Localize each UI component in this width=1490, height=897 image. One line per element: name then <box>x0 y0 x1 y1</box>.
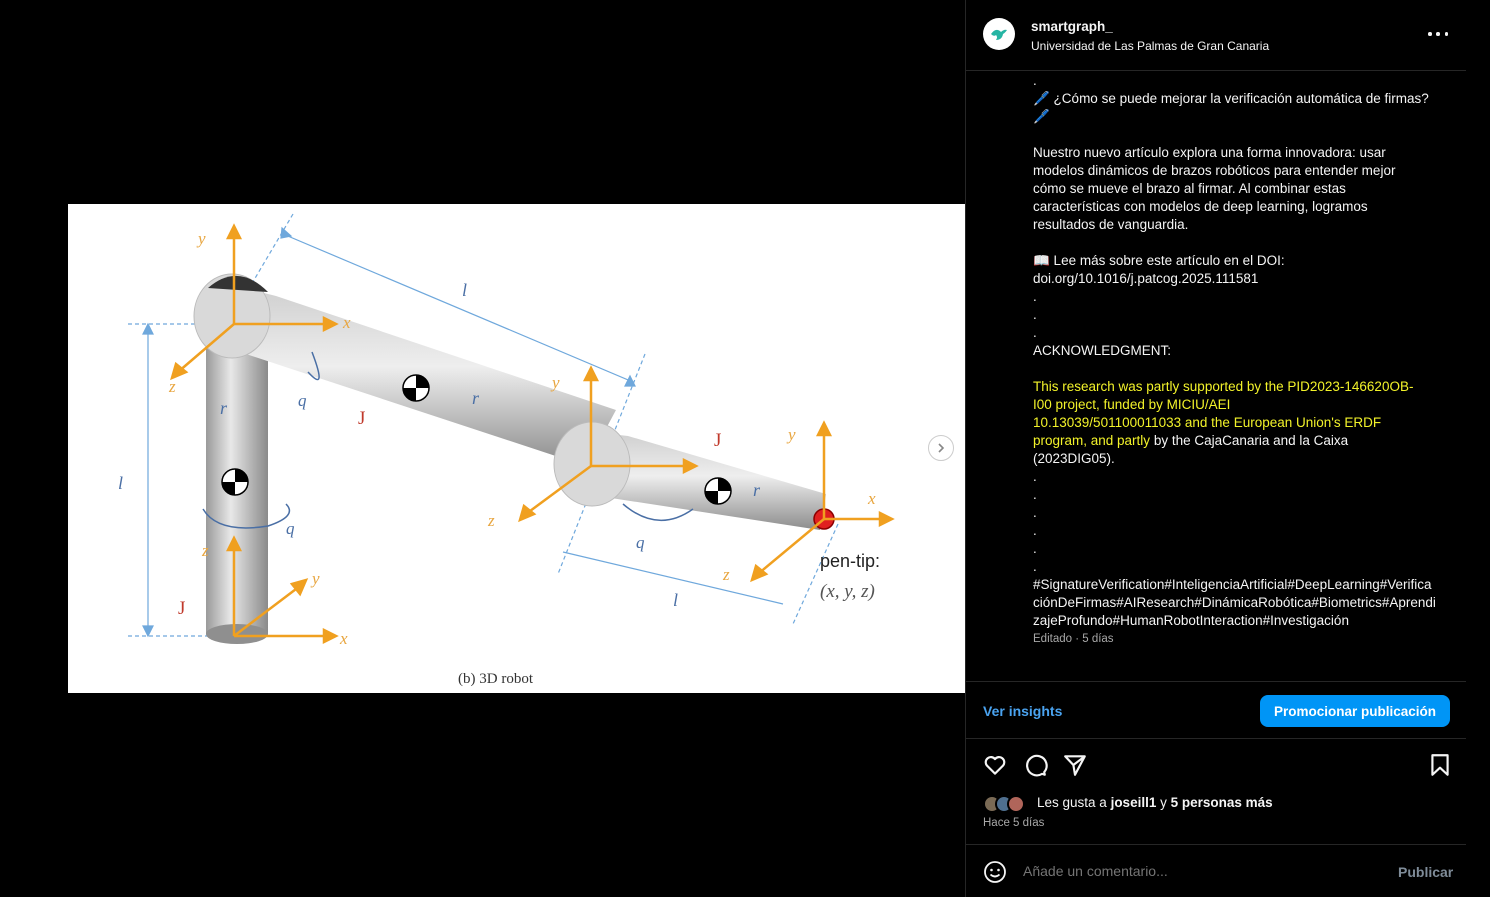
caption-line: . <box>1033 307 1037 322</box>
location[interactable]: Universidad de Las Palmas de Gran Canari… <box>1031 39 1269 53</box>
publish-button[interactable]: Publicar <box>1398 864 1453 880</box>
likes-others[interactable]: 5 personas más <box>1171 795 1273 810</box>
caption-line: Nuestro nuevo artículo explora una forma… <box>1033 145 1386 160</box>
avatar[interactable] <box>983 18 1015 50</box>
caption-dots: ...... <box>1033 468 1438 576</box>
likes-prefix: Les gusta a <box>1037 795 1111 810</box>
next-media-button[interactable] <box>928 435 954 461</box>
robot-arm-diagram: yzx yz yxz zyx lll r rr qqq JJJ pen-tip: … <box>118 213 895 687</box>
view-insights-link[interactable]: Ver insights <box>983 703 1062 719</box>
ack-line-1: This research was partly supported by th… <box>1033 379 1414 394</box>
post-caption: . 🖊️ ¿Cómo se puede mejorar la verificaci… <box>1033 72 1438 662</box>
post-sidebar: smartgraph_ Universidad de Las Palmas de… <box>965 0 1490 897</box>
caption-dot: . <box>1033 487 1037 502</box>
caption-dot: . <box>1033 469 1037 484</box>
likes-mid: y <box>1156 795 1171 810</box>
svg-text:l: l <box>462 280 467 300</box>
svg-text:z: z <box>201 541 209 560</box>
likes-text[interactable]: Les gusta a joseill1 y 5 personas más <box>1037 795 1273 810</box>
svg-text:J: J <box>358 408 365 429</box>
caption-line: 🖊️ ¿Cómo se puede mejorar la verificació… <box>1033 91 1429 106</box>
caption-line: . <box>1033 325 1037 340</box>
hashtags[interactable]: #SignatureVerification#InteligenciaArtif… <box>1033 576 1438 630</box>
avatar[interactable] <box>1007 795 1025 813</box>
caption-line: cómo se mueve el brazo al firmar. Al com… <box>1033 181 1346 196</box>
svg-text:J: J <box>178 598 185 619</box>
bird-logo-icon <box>991 29 1007 40</box>
likes-row: Les gusta a joseill1 y 5 personas más <box>983 793 1443 813</box>
caption-line: resultados de vanguardia. <box>1033 217 1189 232</box>
comment-input[interactable] <box>1023 863 1363 879</box>
username[interactable]: smartgraph_ <box>1031 19 1113 34</box>
svg-text:x: x <box>339 629 348 648</box>
svg-text:q: q <box>286 519 295 538</box>
caption-line: 🖊️ <box>1033 109 1050 124</box>
svg-text:r: r <box>472 388 480 408</box>
svg-text:z: z <box>722 565 730 584</box>
caption-line: características con modelos de deep lear… <box>1033 199 1368 214</box>
ack-line-4: program, and partly by the CajaCanaria a… <box>1033 432 1438 450</box>
liked-by-user[interactable]: joseill1 <box>1111 795 1157 810</box>
caption-dot: . <box>1033 523 1037 538</box>
figure-caption: (b) 3D robot <box>458 671 534 687</box>
svg-text:z: z <box>168 377 176 396</box>
caption-line <box>1033 360 1438 378</box>
robot-figure: yzx yz yxz zyx lll rrr qqq JJJ pen-tip: … <box>68 204 965 693</box>
share-icon[interactable] <box>1062 752 1088 778</box>
caption-dot: . <box>1033 505 1037 520</box>
caption-line: . <box>1033 73 1037 88</box>
caption-line <box>1033 126 1438 144</box>
comment-bar: Publicar <box>966 844 1466 897</box>
ack-line-3: 10.13039/501100011033 and the European U… <box>1033 415 1382 430</box>
heart-icon[interactable] <box>982 752 1008 778</box>
svg-text:r: r <box>220 398 228 418</box>
caption-line <box>1033 234 1438 252</box>
post-time: Hace 5 días <box>983 817 1045 829</box>
edited-label: Editado · 5 días <box>1033 633 1114 645</box>
pen-tip-label: pen-tip: <box>820 551 880 571</box>
more-options-icon[interactable] <box>1428 26 1448 42</box>
svg-text:x: x <box>867 489 876 508</box>
svg-text:q: q <box>636 533 645 552</box>
caption-line: . <box>1033 289 1037 304</box>
caption-lines: . 🖊️ ¿Cómo se puede mejorar la verificaci… <box>1033 72 1438 378</box>
caption-line: 📖 Lee más sobre este artículo en el DOI: <box>1033 253 1285 268</box>
bookmark-icon[interactable] <box>1427 752 1453 778</box>
caption-line: modelos dinámicos de brazos robóticos pa… <box>1033 163 1396 178</box>
pen-tip-coords: (x, y, z) <box>820 581 875 602</box>
post-media: yzx yz yxz zyx lll rrr qqq JJJ pen-tip: … <box>0 0 965 897</box>
ack-line-4-plain: by the CajaCanaria and la Caixa <box>1150 433 1349 448</box>
svg-text:y: y <box>786 425 796 444</box>
insights-bar: Ver insights Promocionar publicación <box>966 681 1466 739</box>
emoji-icon[interactable] <box>983 860 1007 884</box>
svg-text:J: J <box>714 430 721 451</box>
svg-text:y: y <box>310 569 320 588</box>
svg-text:l: l <box>673 590 678 610</box>
svg-text:q: q <box>298 391 307 410</box>
svg-text:y: y <box>196 229 206 248</box>
svg-text:z: z <box>487 511 495 530</box>
caption-line: ACKNOWLEDGMENT: <box>1033 343 1172 358</box>
ack-line-4-highlight: program, and partly <box>1033 433 1151 448</box>
svg-text:r: r <box>753 480 761 500</box>
post-header: smartgraph_ Universidad de Las Palmas de… <box>966 0 1466 71</box>
chevron-right-icon <box>938 443 945 453</box>
promote-post-button[interactable]: Promocionar publicación <box>1260 695 1450 727</box>
svg-text:x: x <box>342 313 351 332</box>
ack-line-2: I00 project, funded by MICIU/AEI <box>1033 397 1231 412</box>
caption-dot: . <box>1033 541 1037 556</box>
comment-icon[interactable] <box>1022 752 1048 778</box>
caption-dot: . <box>1033 559 1037 574</box>
svg-text:y: y <box>550 373 560 392</box>
caption-line: doi.org/10.1016/j.patcog.2025.111581 <box>1033 271 1259 286</box>
svg-text:l: l <box>118 473 123 493</box>
post-actions <box>966 752 1466 782</box>
ack-line-5: (2023DIG05). <box>1033 451 1115 466</box>
